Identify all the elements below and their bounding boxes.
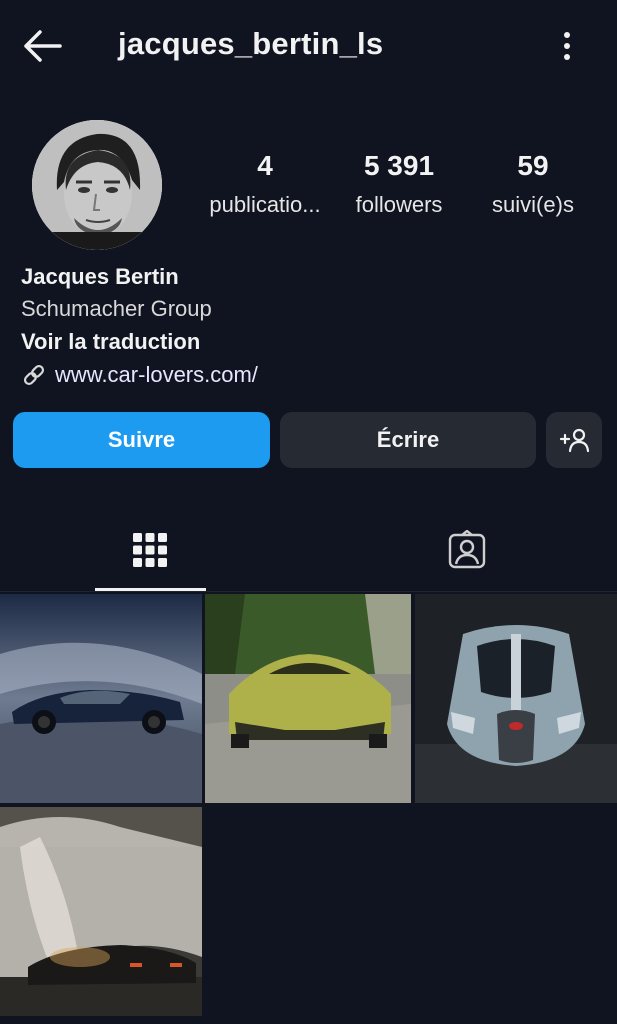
profile-tabs bbox=[0, 508, 617, 592]
followers-stat[interactable]: 5 391 followers bbox=[343, 150, 455, 218]
posts-count: 4 bbox=[257, 150, 273, 181]
posts-label: publicatio... bbox=[209, 192, 321, 217]
follow-button[interactable]: Suivre bbox=[13, 412, 270, 468]
tagged-person-icon bbox=[448, 530, 486, 569]
car-photo bbox=[0, 807, 202, 1016]
website-url: www.car-lovers.com/ bbox=[55, 362, 258, 387]
post-thumbnail[interactable] bbox=[0, 807, 202, 1016]
profile-category: Schumacher Group bbox=[21, 296, 212, 321]
suggested-users-button[interactable] bbox=[546, 412, 602, 468]
message-button[interactable]: Écrire bbox=[280, 412, 536, 468]
avatar-photo bbox=[32, 120, 162, 250]
top-bar: jacques_bertin_ls bbox=[0, 0, 617, 92]
arrow-left-icon bbox=[24, 30, 62, 62]
following-stat[interactable]: 59 suivi(e)s bbox=[478, 150, 588, 218]
posts-stat[interactable]: 4 publicatio... bbox=[200, 150, 330, 218]
followers-label: followers bbox=[355, 192, 443, 217]
grid-icon bbox=[133, 533, 167, 567]
vertical-dots-icon bbox=[564, 32, 570, 60]
profile-username: jacques_bertin_ls bbox=[118, 26, 384, 61]
see-translation-link[interactable]: Voir la traduction bbox=[21, 329, 200, 355]
tab-posts-grid[interactable] bbox=[0, 508, 300, 592]
link-icon bbox=[23, 364, 45, 386]
car-photo bbox=[415, 594, 617, 803]
following-count: 59 bbox=[517, 150, 549, 181]
car-photo bbox=[0, 594, 202, 803]
profile-avatar[interactable] bbox=[32, 120, 162, 250]
profile-website-link[interactable]: www.car-lovers.com/ bbox=[21, 362, 258, 388]
tabs-divider bbox=[0, 591, 617, 592]
profile-screen: jacques_bertin_ls 4 publicatio... 5 391 … bbox=[0, 0, 617, 1024]
back-button[interactable] bbox=[18, 24, 66, 68]
add-person-icon bbox=[559, 428, 590, 453]
following-label: suivi(e)s bbox=[492, 192, 574, 217]
tab-tagged[interactable] bbox=[317, 508, 617, 592]
more-options-button[interactable] bbox=[552, 26, 582, 66]
post-thumbnail[interactable] bbox=[205, 594, 411, 803]
profile-name: Jacques Bertin bbox=[21, 264, 179, 289]
post-thumbnail[interactable] bbox=[0, 594, 202, 803]
post-thumbnail[interactable] bbox=[415, 594, 617, 803]
car-photo bbox=[205, 594, 411, 803]
followers-count: 5 391 bbox=[363, 150, 435, 181]
